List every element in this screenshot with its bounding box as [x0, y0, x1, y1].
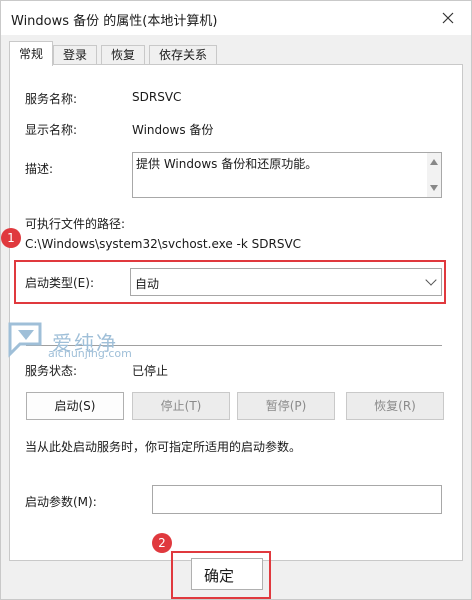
title-bar: Windows 备份 的属性(本地计算机): [1, 1, 471, 35]
display-name-value: Windows 备份: [132, 123, 214, 137]
resume-button[interactable]: 恢复(R): [346, 392, 444, 420]
tab-dependencies[interactable]: 依存关系: [149, 45, 217, 65]
general-panel: 服务名称: SDRSVC 显示名称: Windows 备份 描述: 提供 Win…: [9, 64, 463, 561]
tab-strip: 常规 登录 恢复 依存关系: [1, 41, 471, 66]
startup-type-value: 自动: [135, 277, 160, 291]
startup-type-label: 启动类型(E):: [25, 276, 94, 290]
exec-path-label: 可执行文件的路径:: [25, 217, 126, 231]
display-name-label: 显示名称:: [25, 123, 78, 137]
window-title: Windows 备份 的属性(本地计算机): [11, 14, 218, 29]
close-icon: [442, 12, 454, 24]
start-params-input[interactable]: [152, 485, 442, 514]
properties-dialog: Windows 备份 的属性(本地计算机) 常规 登录 恢复 依存关系 服务名称…: [0, 0, 472, 600]
annotation-badge-2: 2: [152, 533, 172, 553]
watermark-logo-icon: [8, 322, 42, 358]
annotation-badge-1: 1: [1, 228, 21, 248]
service-name-label: 服务名称:: [25, 92, 78, 106]
scroll-up-icon[interactable]: [430, 159, 438, 165]
tab-general[interactable]: 常规: [9, 41, 53, 66]
description-field[interactable]: 提供 Windows 备份和还原功能。: [132, 152, 442, 198]
description-text: 提供 Windows 备份和还原功能。: [136, 157, 318, 171]
scroll-down-icon[interactable]: [430, 185, 438, 191]
ok-button[interactable]: 确定: [191, 558, 263, 590]
start-params-hint: 当从此处启动服务时，你可指定所适用的启动参数。: [25, 440, 302, 454]
pause-button[interactable]: 暂停(P): [237, 392, 335, 420]
tab-logon[interactable]: 登录: [53, 45, 97, 65]
ok-button-label: 确定: [204, 567, 235, 585]
exec-path-value: C:\Windows\system32\svchost.exe -k SDRSV…: [25, 237, 302, 251]
description-scrollbar[interactable]: [427, 153, 441, 197]
startup-type-select[interactable]: 自动: [130, 268, 442, 296]
start-button[interactable]: 启动(S): [26, 392, 124, 420]
tab-recovery[interactable]: 恢复: [101, 45, 145, 65]
service-status-label: 服务状态:: [25, 364, 78, 378]
start-params-label: 启动参数(M):: [25, 495, 97, 509]
close-button[interactable]: [425, 1, 471, 35]
description-label: 描述:: [25, 162, 54, 176]
chevron-down-icon: [425, 274, 437, 286]
stop-button[interactable]: 停止(T): [132, 392, 230, 420]
watermark-url: aichunjing.com: [48, 347, 132, 360]
service-status-value: 已停止: [132, 364, 169, 378]
service-name-value: SDRSVC: [132, 90, 182, 104]
